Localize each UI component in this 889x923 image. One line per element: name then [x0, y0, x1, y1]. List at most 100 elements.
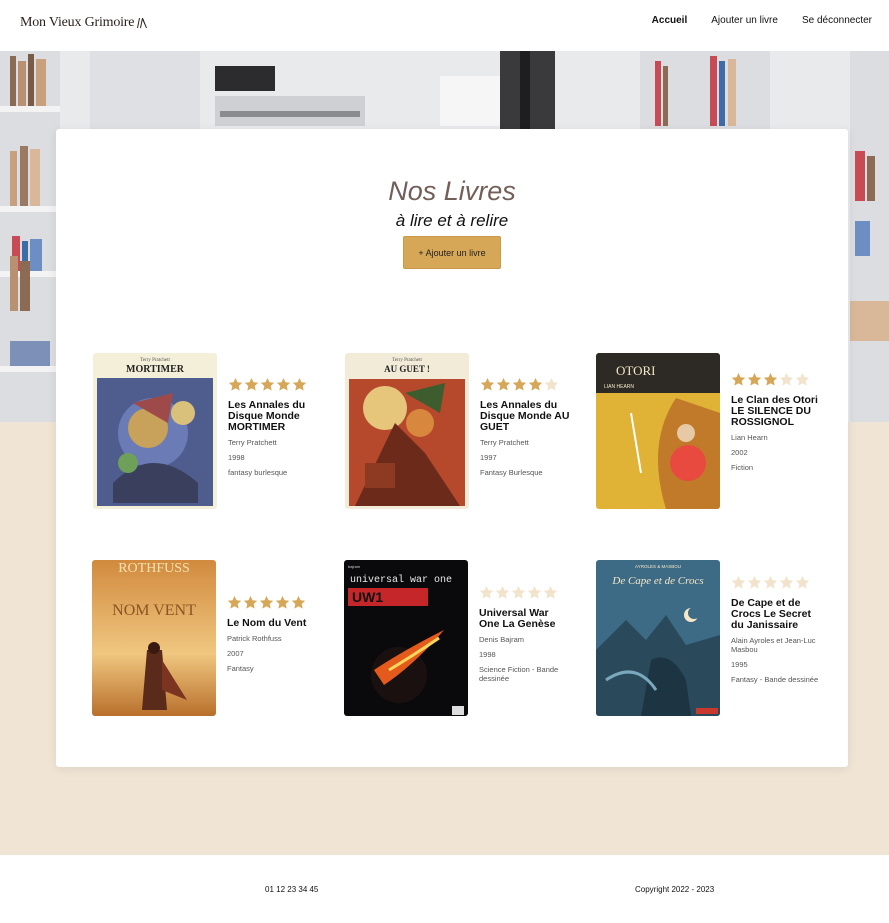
star-icon	[763, 372, 778, 386]
logo-book-icon	[137, 18, 148, 28]
star-icon	[779, 372, 794, 386]
star-icon	[543, 585, 558, 599]
svg-text:ROTHFUSS: ROTHFUSS	[118, 561, 190, 576]
svg-text:De Cape et de Crocs: De Cape et de Crocs	[611, 575, 703, 587]
star-icon	[527, 585, 542, 599]
rating-stars	[227, 595, 317, 610]
svg-text:Terry Pratchett: Terry Pratchett	[392, 358, 422, 363]
rating-stars	[480, 377, 570, 392]
book-year: 1995	[731, 660, 748, 669]
book-author: Patrick Rothfuss	[227, 634, 282, 643]
book-genre: fantasy burlesque	[228, 468, 288, 477]
footer-phone: 01 12 23 34 45	[265, 885, 319, 894]
star-icon	[292, 377, 307, 391]
logo[interactable]: Mon Vieux Grimoire	[20, 15, 148, 31]
book-cover: AYROLES & MASBOU De Cape et de Crocs	[596, 560, 720, 716]
star-icon	[731, 575, 746, 589]
star-icon	[795, 372, 810, 386]
star-icon	[259, 595, 274, 609]
star-icon	[779, 575, 794, 589]
book-cover: Terry Pratchett AU GUET !	[345, 353, 469, 509]
book-title: De Cape et de Crocs Le Secret du Janissa…	[731, 597, 811, 631]
book-info: Les Annales du Disque Monde AU GUET Terr…	[480, 377, 570, 483]
rating-stars	[479, 585, 569, 600]
book-title: Les Annales du Disque Monde AU GUET	[480, 399, 570, 433]
star-icon	[276, 377, 291, 391]
main-nav: Accueil Ajouter un livre Se déconnecter	[652, 15, 872, 26]
book-author: Terry Pratchett	[228, 438, 277, 447]
star-icon	[747, 575, 762, 589]
star-icon	[244, 377, 259, 391]
book-cover: ROTHFUSS NOM VENT	[92, 560, 216, 716]
star-icon	[511, 585, 526, 599]
page-subtitle: à lire et à relire	[395, 211, 509, 230]
star-icon	[243, 595, 258, 609]
book-card[interactable]: Terry Pratchett AU GUET ! Les Annales du…	[345, 353, 575, 513]
svg-text:Terry Pratchett: Terry Pratchett	[140, 358, 170, 363]
star-icon	[495, 585, 510, 599]
site-header: Mon Vieux Grimoire Accueil Ajouter un li…	[0, 0, 889, 51]
star-icon	[275, 595, 290, 609]
book-year: 1998	[228, 453, 245, 462]
book-year: 2002	[731, 448, 748, 457]
book-genre: Fiction	[731, 463, 754, 472]
book-info: Universal War One La Genèse Denis Bajram…	[479, 585, 569, 689]
svg-text:UW1: UW1	[352, 589, 383, 605]
star-icon	[528, 377, 543, 391]
svg-text:AU GUET !: AU GUET !	[384, 364, 430, 374]
book-card[interactable]: AYROLES & MASBOU De Cape et de Crocs De …	[596, 560, 826, 720]
add-book-button[interactable]: + Ajouter un livre	[403, 236, 501, 269]
book-info: Les Annales du Disque Monde MORTIMER Ter…	[228, 377, 318, 483]
svg-text:bajram: bajram	[348, 564, 361, 569]
book-genre: Fantasy Burlesque	[480, 468, 543, 477]
svg-text:LIAN HEARN: LIAN HEARN	[604, 384, 634, 390]
book-title: Le Clan des Otori LE SILENCE DU ROSSIGNO…	[731, 394, 818, 428]
nav-ajouter-livre[interactable]: Ajouter un livre	[711, 15, 778, 26]
star-icon	[747, 372, 762, 386]
star-icon	[291, 595, 306, 609]
rating-stars	[731, 575, 821, 590]
books-card: Nos Livres à lire et à relire + Ajouter …	[56, 129, 848, 767]
footer-copyright: Copyright 2022 - 2023	[635, 885, 715, 894]
logo-text: Mon Vieux Grimoire	[20, 15, 135, 30]
book-author: Denis Bajram	[479, 635, 525, 644]
rating-stars	[731, 372, 821, 387]
book-year: 1998	[479, 650, 496, 659]
nav-deconnecter[interactable]: Se déconnecter	[802, 15, 872, 26]
book-title: Les Annales du Disque Monde MORTIMER	[228, 399, 306, 433]
book-card[interactable]: OTORI LIAN HEARN Le Clan des Otori LE SI…	[596, 353, 826, 513]
star-icon	[227, 595, 242, 609]
svg-text:NOM VENT: NOM VENT	[112, 602, 196, 619]
book-title: Le Nom du Vent	[227, 617, 307, 629]
star-icon	[496, 377, 511, 391]
star-icon	[763, 575, 778, 589]
rating-stars	[228, 377, 318, 392]
svg-text:OTORI: OTORI	[616, 363, 655, 378]
book-year: 2007	[227, 649, 244, 658]
svg-text:universal war one: universal war one	[350, 574, 452, 586]
svg-text:AYROLES & MASBOU: AYROLES & MASBOU	[635, 564, 681, 569]
svg-text:MORTIMER: MORTIMER	[126, 364, 185, 375]
book-author: Lian Hearn	[731, 433, 768, 442]
nav-accueil[interactable]: Accueil	[652, 15, 688, 26]
book-cover: Terry Pratchett MORTIMER	[93, 353, 217, 509]
book-author: Alain Ayroles et Jean-Luc Masbou	[731, 636, 816, 654]
book-cover: bajram universal war one UW1	[344, 560, 468, 716]
star-icon	[480, 377, 495, 391]
book-year: 1997	[480, 453, 497, 462]
book-card[interactable]: ROTHFUSS NOM VENT Le Nom du Vent Patrick…	[92, 560, 322, 720]
book-card[interactable]: bajram universal war one UW1 Universal W…	[344, 560, 574, 720]
book-info: Le Nom du Vent Patrick Rothfuss 2007 Fan…	[227, 595, 317, 679]
book-author: Terry Pratchett	[480, 438, 529, 447]
page-title: Nos Livres	[388, 176, 516, 206]
book-genre: Fantasy	[227, 664, 254, 673]
book-genre: Science Fiction - Bande dessinée	[479, 665, 559, 683]
star-icon	[479, 585, 494, 599]
star-icon	[260, 377, 275, 391]
book-cover: OTORI LIAN HEARN	[596, 353, 720, 509]
star-icon	[544, 377, 559, 391]
book-card[interactable]: Terry Pratchett MORTIMER Les Annales du …	[93, 353, 323, 513]
book-title: Universal War One La Genèse	[479, 607, 556, 630]
star-icon	[512, 377, 527, 391]
star-icon	[795, 575, 810, 589]
